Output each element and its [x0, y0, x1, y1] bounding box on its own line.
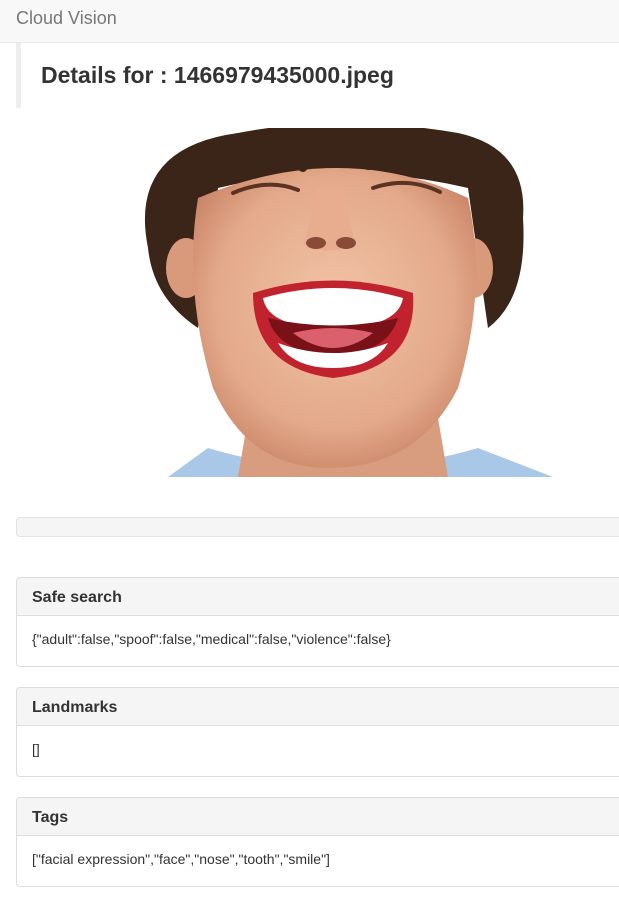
safe-search-heading: Safe search: [17, 578, 619, 616]
uploaded-photo: [128, 128, 554, 477]
empty-well: [16, 517, 619, 537]
page-header: Details for : 1466979435000.jpeg: [16, 43, 619, 108]
safe-search-panel: Safe search {"adult":false,"spoof":false…: [16, 577, 619, 667]
landmarks-heading: Landmarks: [17, 688, 619, 726]
tags-heading: Tags: [17, 798, 619, 836]
tags-panel: Tags ["facial expression","face","nose",…: [16, 797, 619, 887]
landmarks-body: []: [32, 741, 40, 757]
safe-search-body: {"adult":false,"spoof":false,"medical":f…: [32, 631, 391, 647]
brand-link[interactable]: Cloud Vision: [16, 8, 117, 29]
page-title: Details for : 1466979435000.jpeg: [41, 62, 394, 88]
landmarks-panel: Landmarks []: [16, 687, 619, 777]
tags-body: ["facial expression","face","nose","toot…: [32, 851, 330, 867]
navbar: Cloud Vision: [0, 0, 619, 43]
